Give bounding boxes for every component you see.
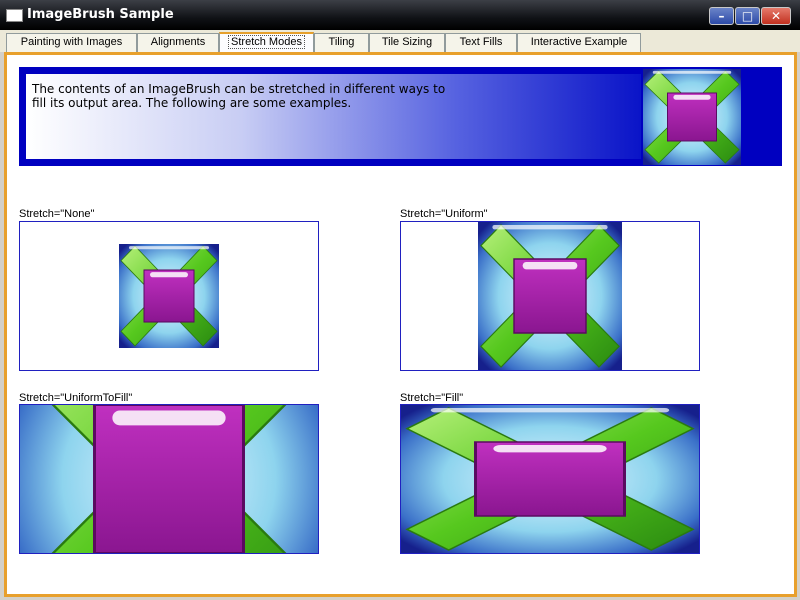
tab-tiling[interactable]: Tiling [314,33,369,52]
example-stretch-fill [400,404,700,554]
tab-label: Stretch Modes [228,35,305,49]
banner-image [643,69,741,165]
tab-label: Painting with Images [20,36,123,48]
minimize-icon: – [718,9,725,23]
tab-content-panel: The contents of an ImageBrush can be str… [4,52,797,597]
banner-gradient: The contents of an ImageBrush can be str… [26,74,641,159]
title-bar[interactable]: ImageBrush Sample – □ ✕ [0,0,800,30]
window-title: ImageBrush Sample [27,7,174,22]
brush-image [478,222,622,370]
close-icon: ✕ [770,9,782,23]
example-stretch-uniform [400,221,700,371]
tab-painting-with-images[interactable]: Painting with Images [6,33,137,52]
tab-alignments[interactable]: Alignments [137,33,219,52]
tab-interactive-example[interactable]: Interactive Example [517,33,641,52]
tab-strip: Painting with Images Alignments Stretch … [0,30,800,53]
tab-label: Text Fills [459,36,503,48]
brush-image [20,405,318,553]
minimize-button[interactable]: – [709,7,734,25]
example-stretch-uniform-to-fill [19,404,319,554]
tab-label: Interactive Example [530,36,628,48]
tab-label: Tile Sizing [381,36,433,48]
tab-text-fills[interactable]: Text Fills [445,33,517,52]
caption-uniform-to-fill: Stretch="UniformToFill" [19,392,133,404]
caption-uniform: Stretch="Uniform" [400,208,488,220]
close-button[interactable]: ✕ [761,7,791,25]
window-icon [6,9,23,22]
brush-image [119,244,219,348]
tab-label: Tiling [328,36,355,48]
intro-banner: The contents of an ImageBrush can be str… [19,67,782,166]
caption-none: Stretch="None" [19,208,95,220]
tab-label: Alignments [150,36,206,48]
maximize-icon: □ [741,9,754,23]
caption-fill: Stretch="Fill" [400,392,464,404]
tab-tile-sizing[interactable]: Tile Sizing [369,33,445,52]
banner-text: The contents of an ImageBrush can be str… [32,82,446,110]
maximize-button[interactable]: □ [735,7,760,25]
brush-image [401,405,699,553]
tab-stretch-modes[interactable]: Stretch Modes [219,32,314,53]
example-stretch-none [19,221,319,371]
